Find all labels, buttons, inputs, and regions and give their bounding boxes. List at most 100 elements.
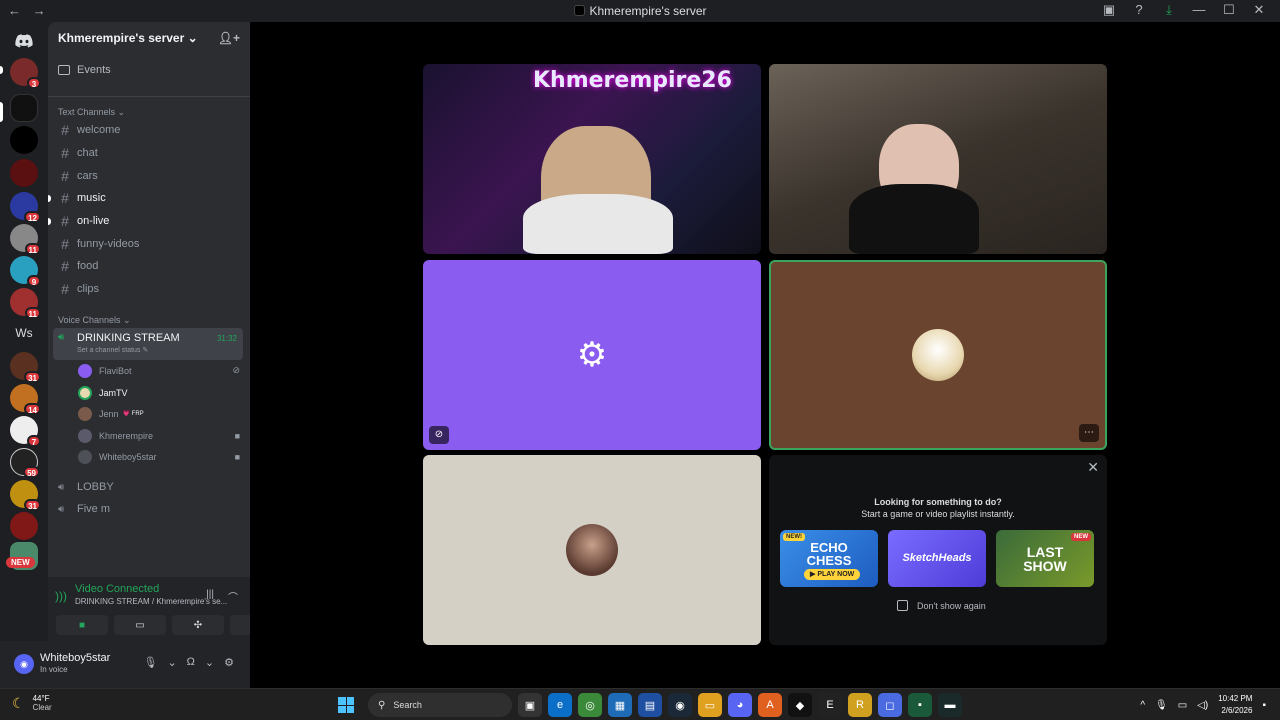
network-icon[interactable]: ▭: [1178, 700, 1187, 711]
channel-on-live[interactable]: # on-live: [58, 211, 242, 231]
clock[interactable]: 10:42 PM 2/6/2026: [1218, 693, 1252, 717]
windows-start-icon[interactable]: [338, 697, 354, 713]
connection-channel[interactable]: DRINKING STREAM / Khmerempire's se...: [75, 597, 227, 606]
channel-music[interactable]: # music: [58, 188, 242, 208]
minimize-button[interactable]: —: [1184, 2, 1214, 18]
headphones-icon[interactable]: Ω: [187, 656, 195, 669]
microphone-icon[interactable]: 🎙︎: [143, 656, 157, 669]
voice-channel-lobby[interactable]: 🔊︎ LOBBY: [53, 477, 243, 497]
guild-icon[interactable]: [10, 126, 38, 154]
channel-food[interactable]: # food: [58, 256, 242, 276]
guild-icon[interactable]: 12: [10, 192, 41, 223]
voice-channel-drinking-stream[interactable]: 🔊︎ DRINKING STREAM 31:32 Set a channel s…: [53, 328, 243, 360]
discord-taskbar-icon[interactable]: ◕: [728, 693, 752, 717]
close-icon[interactable]: ✕: [1087, 459, 1099, 476]
microphone-icon[interactable]: 🎙︎: [1155, 700, 1168, 711]
edge-icon[interactable]: e: [548, 693, 572, 717]
volume-icon[interactable]: ◁): [1197, 700, 1208, 711]
voice-channel-five-m[interactable]: 🔊︎ Five m: [53, 499, 243, 519]
voice-member-jamtv[interactable]: JamTV: [78, 383, 248, 402]
close-button[interactable]: ✕: [1244, 2, 1274, 18]
rockstar-icon[interactable]: R: [848, 693, 872, 717]
noise-suppression-icon[interactable]: |||: [206, 589, 214, 604]
folder-icon[interactable]: ▭: [698, 693, 722, 717]
member-name: Khmerempire: [99, 430, 154, 441]
download-icon[interactable]: ⤓: [1154, 2, 1184, 18]
server-header[interactable]: Khmerempire's server ⌄ 👤︎+: [48, 22, 250, 54]
store-icon[interactable]: ▦: [608, 693, 632, 717]
dont-show-again[interactable]: Don't show again: [897, 600, 986, 611]
video-tile-khmerempire[interactable]: Khmerempire26: [423, 64, 761, 254]
more-options-icon[interactable]: ⋯: [1079, 424, 1099, 442]
app-icon[interactable]: ◻: [878, 693, 902, 717]
steam-icon[interactable]: ◉: [668, 693, 692, 717]
user-avatar[interactable]: ◉: [14, 654, 34, 674]
activity-icon[interactable]: ⊘: [429, 426, 449, 444]
notification-icon[interactable]: ▪: [1262, 700, 1266, 711]
store-icon[interactable]: ▤: [638, 693, 662, 717]
video-tile-jenn[interactable]: [423, 455, 761, 645]
chevron-down-icon[interactable]: ⌄: [167, 656, 176, 669]
video-tile-whiteboy5star[interactable]: [769, 64, 1107, 254]
guild-icon[interactable]: 11: [10, 288, 41, 319]
channel-welcome[interactable]: # welcome: [58, 120, 242, 140]
activity-card-sketchheads[interactable]: SketchHeads: [888, 530, 986, 587]
signal-icon[interactable]: ))): [55, 589, 67, 603]
video-tile-jamtv[interactable]: ⋯: [769, 260, 1107, 450]
guild-icon[interactable]: 7: [10, 416, 41, 447]
guild-icon[interactable]: 59: [10, 448, 40, 478]
category-voice-channels[interactable]: Voice Channels ⌄: [58, 315, 131, 326]
weather-widget[interactable]: ☾ 44°F Clear: [12, 694, 52, 712]
camera-toggle-button[interactable]: ■: [56, 615, 108, 635]
voice-member-flavibot[interactable]: FlaviBot ⊘: [78, 361, 248, 380]
events-link[interactable]: Events: [58, 64, 111, 76]
disconnect-icon[interactable]: ⌒: [228, 589, 238, 604]
channel-status-prompt[interactable]: Set a channel status ✎: [77, 346, 148, 354]
maximize-button[interactable]: ☐: [1214, 2, 1244, 18]
voice-member-khmerempire[interactable]: Khmerempire ■: [78, 426, 248, 445]
guild-icon[interactable]: [10, 512, 38, 540]
play-now-button[interactable]: ▶ PLAY NOW: [804, 569, 861, 580]
guild-icon[interactable]: 31: [10, 480, 41, 511]
app-icon[interactable]: ◆: [788, 693, 812, 717]
help-icon[interactable]: ?: [1124, 2, 1154, 18]
channel-clips[interactable]: # clips: [58, 279, 242, 299]
screen-share-button[interactable]: ▭: [114, 615, 166, 635]
discord-icon[interactable]: [10, 27, 38, 55]
activity-card-echo-chess[interactable]: NEW! ECHO CHESS ▶ PLAY NOW: [780, 530, 878, 587]
task-view-icon[interactable]: ▣: [518, 693, 542, 717]
app-icon[interactable]: ▬: [938, 693, 962, 717]
settings-gear-icon[interactable]: ⚙: [224, 656, 234, 669]
guild-icon[interactable]: 31: [10, 352, 41, 383]
guild-icon-current[interactable]: [10, 94, 38, 122]
channel-funny-videos[interactable]: # funny-videos: [58, 234, 242, 254]
activities-button[interactable]: ✣: [172, 615, 224, 635]
category-text-channels[interactable]: Text Channels ⌄: [58, 107, 125, 118]
avatar: [78, 449, 92, 464]
app-icon[interactable]: ▪: [908, 693, 932, 717]
inbox-icon[interactable]: ▣: [1094, 2, 1124, 18]
guild-icon[interactable]: 14: [10, 384, 41, 415]
chevron-up-icon[interactable]: ^: [1140, 700, 1145, 711]
video-tile-flavibot[interactable]: ⚙ ⊘: [423, 260, 761, 450]
channel-chat[interactable]: # chat: [58, 143, 242, 163]
guild-icon[interactable]: 11: [10, 224, 41, 255]
guild-icon[interactable]: [10, 159, 38, 187]
guild-icon[interactable]: 3: [10, 58, 41, 89]
activity-card-last-show[interactable]: NEW LAST SHOW: [996, 530, 1094, 587]
taskbar-search[interactable]: ⚲ Search: [368, 693, 512, 717]
chevron-down-icon[interactable]: ⌄: [205, 656, 214, 669]
activity-launcher: ✕ Looking for something to do? Start a g…: [769, 455, 1107, 645]
guild-icon[interactable]: 9: [10, 256, 41, 287]
checkbox[interactable]: [897, 600, 908, 611]
user-name[interactable]: Whiteboy5star: [40, 652, 110, 664]
chrome-icon[interactable]: ◎: [578, 693, 602, 717]
app-icon[interactable]: A: [758, 693, 782, 717]
channel-label: chat: [77, 147, 98, 159]
add-member-icon[interactable]: 👤︎+: [218, 31, 240, 45]
guild-icon-ws[interactable]: Ws: [10, 319, 38, 347]
epic-games-icon[interactable]: E: [818, 693, 842, 717]
channel-cars[interactable]: # cars: [58, 166, 242, 186]
voice-member-whiteboy5star[interactable]: Whiteboy5star ■: [78, 447, 248, 466]
voice-member-jenn[interactable]: Jenn 💗 FRP: [78, 404, 248, 423]
